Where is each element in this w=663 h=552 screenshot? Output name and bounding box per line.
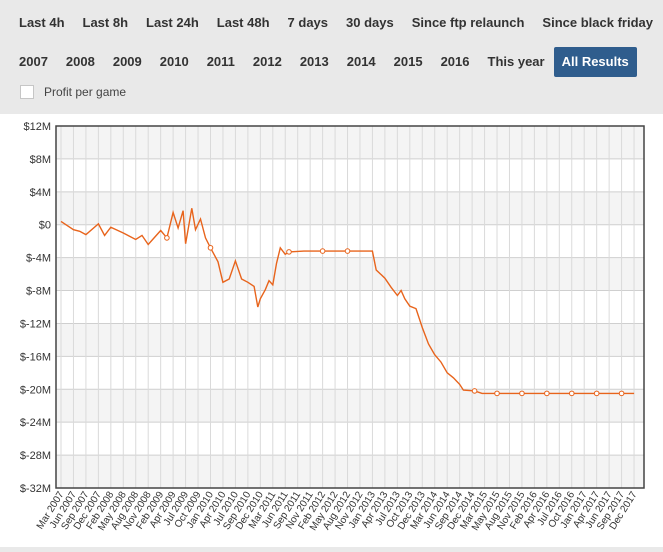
y-tick-label: $-4M (26, 253, 51, 265)
data-point-marker (344, 248, 351, 254)
y-tick-label: $-12M (20, 318, 51, 330)
y-tick-label: $8M (30, 154, 51, 166)
plot-band (56, 389, 644, 423)
y-tick-label: $12M (23, 121, 51, 133)
plot-band (56, 158, 644, 192)
y-tick-label: $-24M (20, 417, 51, 429)
plot-band (56, 422, 644, 456)
chart-panel: $12M $8M $4M $0 $-4M $-8M $-12M $-16M $-20M $-24M… (0, 114, 663, 547)
y-tick-label: $-20M (20, 384, 51, 396)
year-button[interactable]: 2009 (104, 47, 151, 77)
year-button[interactable]: 2014 (338, 47, 385, 77)
filter-button[interactable]: Last 8h (74, 8, 138, 38)
plot-band (56, 126, 644, 159)
year-button[interactable]: 2007 (0, 47, 57, 77)
plot-band (56, 323, 644, 357)
year-button[interactable]: 2016 (432, 47, 479, 77)
y-tick-label: $-8M (26, 286, 51, 298)
y-tick-label: $-28M (20, 450, 51, 462)
plot-band (56, 356, 644, 390)
year-button[interactable]: 2012 (244, 47, 291, 77)
data-point-marker (207, 244, 214, 251)
profit-per-game-checkbox[interactable] (20, 85, 34, 99)
data-point-marker (544, 390, 550, 397)
data-point-marker (286, 249, 292, 255)
time-filter-row: Last 4h Last 8h Last 24h Last 48h 7 days… (0, 8, 662, 38)
profit-per-game-label: Profit per game (44, 85, 127, 99)
plot-band (56, 257, 644, 291)
data-point-marker (593, 390, 600, 397)
plot-band (56, 191, 644, 225)
year-button[interactable]: 2015 (385, 47, 432, 77)
y-tick-label: $-32M (20, 483, 51, 495)
filter-button[interactable]: Since black friday (533, 8, 662, 38)
profit-per-game-toggle[interactable]: Profit per game (20, 85, 126, 99)
y-tick-label: $-16M (20, 351, 51, 363)
profit-line-chart: $12M $8M $4M $0 $-4M $-8M $-12M $-16M $-20M $-24M… (20, 121, 645, 533)
y-tick-label: $4M (30, 187, 51, 199)
year-filter-row: 2007 2008 2009 2010 2011 2012 2013 2014 … (0, 47, 637, 77)
plot-band (56, 455, 644, 488)
filter-button[interactable]: 7 days (279, 8, 337, 38)
filter-button[interactable]: Last 48h (208, 8, 279, 38)
this-year-button[interactable]: This year (479, 47, 554, 77)
plot-band (56, 224, 644, 258)
filter-button[interactable]: 30 days (337, 8, 403, 38)
data-point-marker (164, 235, 170, 241)
year-button[interactable]: 2010 (151, 47, 198, 77)
year-button[interactable]: 2013 (291, 47, 338, 77)
y-tick-label: $0 (39, 220, 51, 232)
filter-button[interactable]: Last 4h (0, 8, 74, 38)
data-point-marker (319, 248, 326, 254)
data-point-marker (471, 388, 478, 394)
data-point-marker (494, 390, 500, 397)
filter-bar: Last 4h Last 8h Last 24h Last 48h 7 days… (0, 0, 663, 114)
plot-band (56, 290, 644, 324)
data-point-marker (618, 390, 625, 397)
data-point-marker (519, 390, 525, 397)
data-point-marker (568, 390, 575, 397)
year-button[interactable]: 2008 (57, 47, 104, 77)
filter-button[interactable]: Last 24h (137, 8, 208, 38)
filter-button[interactable]: Since ftp relaunch (403, 8, 534, 38)
year-button[interactable]: 2011 (198, 47, 244, 77)
all-results-button[interactable]: All Results (553, 47, 637, 77)
